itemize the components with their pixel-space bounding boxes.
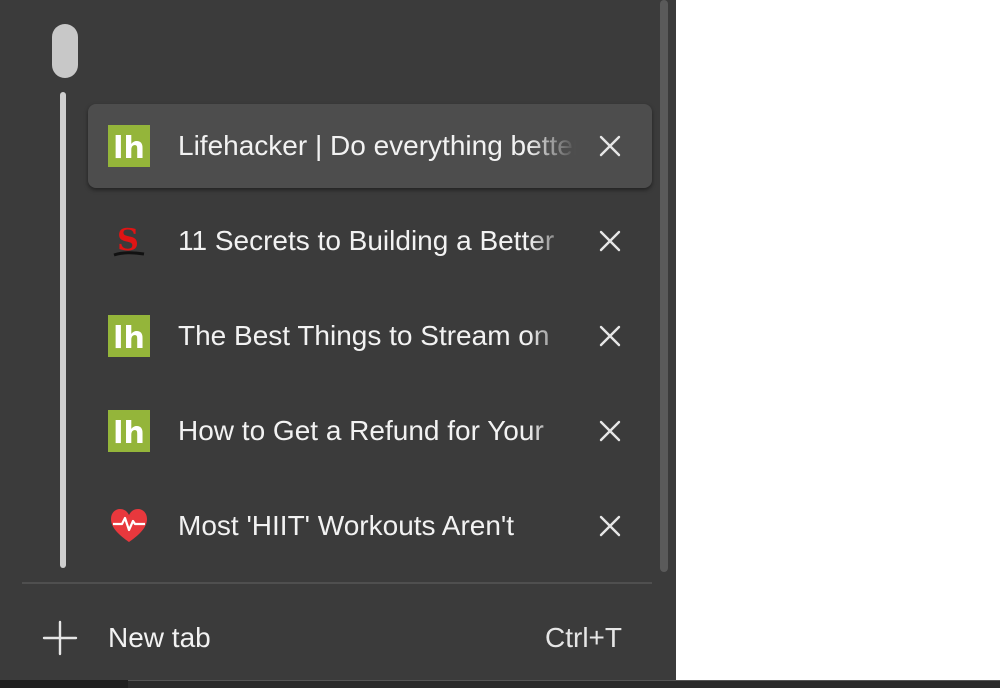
tab-title: Lifehacker | Do everything better xyxy=(178,130,576,161)
divider xyxy=(22,582,652,584)
tabs-scrollbar[interactable] xyxy=(660,0,668,572)
tab-group-collapse-handle[interactable] xyxy=(52,24,78,78)
browser-window: lh Lifehacker | Do everything better S 1… xyxy=(0,0,1000,688)
tab-item[interactable]: Most 'HIIT' Workouts Aren't xyxy=(88,484,652,568)
close-icon xyxy=(599,420,621,442)
tab-item[interactable]: lh The Best Things to Stream on xyxy=(88,294,652,378)
s-logo-icon: S xyxy=(113,223,145,258)
svg-text:lh: lh xyxy=(113,321,145,356)
tab-item[interactable]: lh How to Get a Refund for Your xyxy=(88,389,652,473)
tab-title: 11 Secrets to Building a Better xyxy=(178,225,555,256)
new-tab-shortcut: Ctrl+T xyxy=(545,622,622,653)
tab-group-line xyxy=(60,92,66,568)
tab-item[interactable]: S 11 Secrets to Building a Better xyxy=(88,199,652,283)
page-content-area xyxy=(676,0,1000,680)
svg-text:lh: lh xyxy=(113,416,145,451)
lifehacker-icon: lh xyxy=(108,125,150,167)
close-icon xyxy=(599,135,621,157)
plus-icon xyxy=(42,620,78,656)
close-icon xyxy=(599,325,621,347)
lifehacker-icon: lh xyxy=(108,410,150,452)
tab-title: The Best Things to Stream on xyxy=(178,320,550,351)
svg-text:lh: lh xyxy=(113,131,145,166)
close-tab-button[interactable] xyxy=(590,126,630,166)
tab-item-active[interactable]: lh Lifehacker | Do everything better xyxy=(88,104,652,188)
close-tab-button[interactable] xyxy=(590,221,630,261)
bottom-strip xyxy=(0,680,1000,688)
new-tab-label: New tab xyxy=(108,622,211,653)
close-tab-button[interactable] xyxy=(590,316,630,356)
close-tab-button[interactable] xyxy=(590,506,630,546)
new-tab-button[interactable]: New tab Ctrl+T xyxy=(22,600,652,680)
close-icon xyxy=(599,515,621,537)
bottom-strip-segment xyxy=(128,680,1000,688)
lifehacker-icon: lh xyxy=(108,315,150,357)
close-icon xyxy=(599,230,621,252)
heart-pulse-icon xyxy=(111,509,147,542)
close-tab-button[interactable] xyxy=(590,411,630,451)
tab-title: How to Get a Refund for Your xyxy=(178,415,544,446)
tab-title: Most 'HIIT' Workouts Aren't xyxy=(178,510,515,541)
vertical-tabs-panel: lh Lifehacker | Do everything better S 1… xyxy=(0,0,676,680)
